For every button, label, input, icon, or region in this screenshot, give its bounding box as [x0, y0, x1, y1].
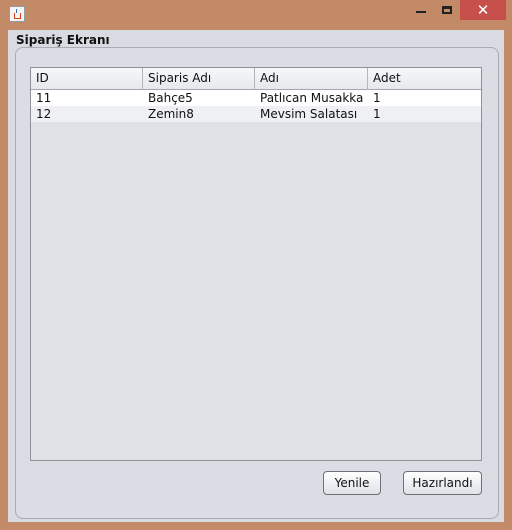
java-icon-cup [14, 13, 21, 19]
app-window: ✕ Sipariş Ekranı ID Siparis Adı Adı Adet… [0, 0, 512, 530]
title-bar[interactable]: ✕ [0, 0, 512, 28]
content-panel: Sipariş Ekranı ID Siparis Adı Adı Adet 1… [8, 30, 504, 522]
table-row[interactable]: 11 Bahçe5 Patlıcan Musakka 1 [31, 90, 481, 106]
maximize-button[interactable] [434, 0, 460, 20]
cell-name: Mevsim Salatası [260, 107, 358, 121]
ready-button[interactable]: Hazırlandı [403, 471, 482, 495]
close-icon: ✕ [476, 1, 490, 19]
cell-id: 11 [36, 91, 52, 105]
maximize-icon [442, 6, 452, 14]
table-header: ID Siparis Adı Adı Adet [31, 68, 481, 90]
close-button[interactable]: ✕ [460, 0, 506, 20]
column-header-id[interactable]: ID [31, 68, 143, 89]
table-row[interactable]: 12 Zemin8 Mevsim Salatası 1 [31, 106, 481, 122]
column-header-quantity[interactable]: Adet [368, 68, 481, 89]
minimize-button[interactable] [408, 0, 434, 20]
cell-name: Patlıcan Musakka [260, 91, 364, 105]
column-header-order-name[interactable]: Siparis Adı [143, 68, 255, 89]
refresh-button[interactable]: Yenile [323, 471, 381, 495]
orders-table[interactable]: ID Siparis Adı Adı Adet 11 Bahçe5 Patlıc… [30, 67, 482, 461]
minimize-icon [416, 11, 426, 13]
cell-quantity: 1 [373, 107, 381, 121]
cell-quantity: 1 [373, 91, 381, 105]
cell-order-name: Zemin8 [148, 107, 194, 121]
java-icon[interactable] [9, 6, 25, 22]
cell-id: 12 [36, 107, 52, 121]
column-header-name[interactable]: Adı [255, 68, 368, 89]
frame-title: Sipariş Ekranı [16, 33, 110, 47]
cell-order-name: Bahçe5 [148, 91, 193, 105]
